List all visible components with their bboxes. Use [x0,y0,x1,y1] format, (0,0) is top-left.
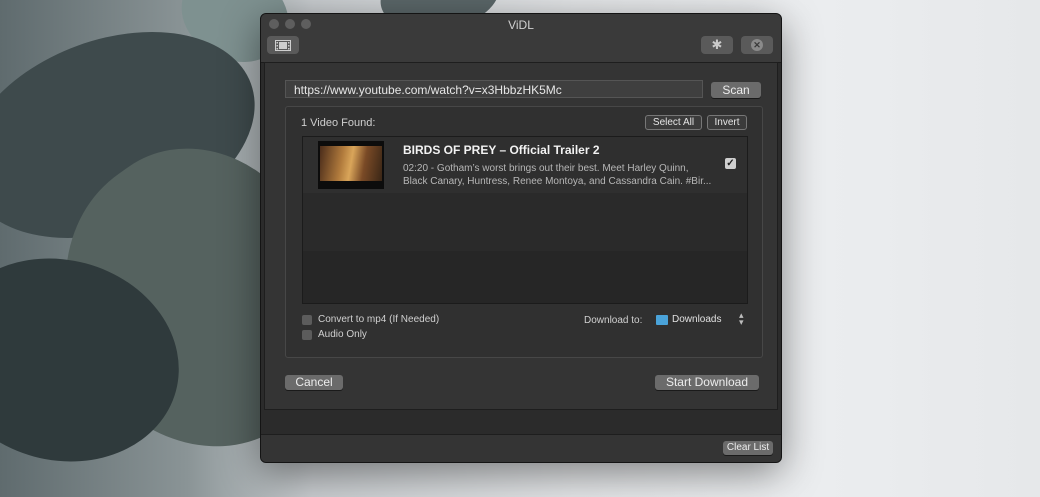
window-title: ViDL [508,18,534,32]
start-download-button[interactable]: Start Download [655,375,759,390]
download-folder-select[interactable]: Downloads [656,314,721,325]
audio-only-checkbox[interactable] [302,329,312,340]
video-row[interactable]: BIRDS OF PREY – Official Trailer 2 02:20… [303,137,747,193]
convert-mp4-label: Convert to mp4 (If Needed) [318,314,440,325]
audio-only-option[interactable]: Audio Only [302,329,367,340]
download-to-label: Download to: [584,315,643,326]
video-thumbnail [318,141,384,189]
download-sheet: https://www.youtube.com/watch?v=x3HbbzHK… [264,62,778,410]
video-list[interactable]: BIRDS OF PREY – Official Trailer 2 02:20… [302,136,748,304]
audio-only-label: Audio Only [318,329,367,340]
stop-button[interactable]: ✕ [741,36,773,54]
toolbar: ✱ ✕ [261,34,781,63]
video-title: BIRDS OF PREY – Official Trailer 2 [403,143,600,157]
scan-button[interactable]: Scan [711,82,761,98]
url-input[interactable]: https://www.youtube.com/watch?v=x3HbbzHK… [285,80,703,98]
bottom-bar: Clear List [261,434,781,462]
film-icon [275,39,291,51]
video-checkbox[interactable]: ✓ [725,158,736,169]
cancel-button[interactable]: Cancel [285,375,343,390]
app-window: ViDL ✱ ✕ https://www.youtube.com/watch?v… [260,13,782,463]
invert-button[interactable]: Invert [707,115,747,130]
film-button[interactable] [267,36,299,54]
videos-found-label: 1 Video Found: [301,117,376,129]
video-description-line: 02:20 - Gotham’s worst brings out their … [403,163,689,174]
convert-mp4-option[interactable]: Convert to mp4 (If Needed) [302,314,439,325]
convert-mp4-checkbox[interactable] [302,314,312,325]
select-all-button[interactable]: Select All [645,115,702,130]
gear-icon: ✱ [711,37,723,52]
title-bar: ViDL [261,14,781,34]
video-description-line: Black Canary, Huntress, Renee Montoya, a… [403,176,712,187]
download-folder-value: Downloads [672,314,722,325]
settings-button[interactable]: ✱ [701,36,733,54]
results-group: 1 Video Found: Select All Invert BIRDS O… [285,106,763,358]
close-circle-icon: ✕ [751,39,763,51]
empty-row [303,193,747,251]
clear-list-button[interactable]: Clear List [723,441,773,455]
folder-icon [656,314,668,325]
chevron-updown-icon[interactable]: ▴ ▾ [739,311,744,327]
video-description: 02:20 - Gotham’s worst brings out their … [403,162,721,188]
thumbnail-image [320,146,382,181]
